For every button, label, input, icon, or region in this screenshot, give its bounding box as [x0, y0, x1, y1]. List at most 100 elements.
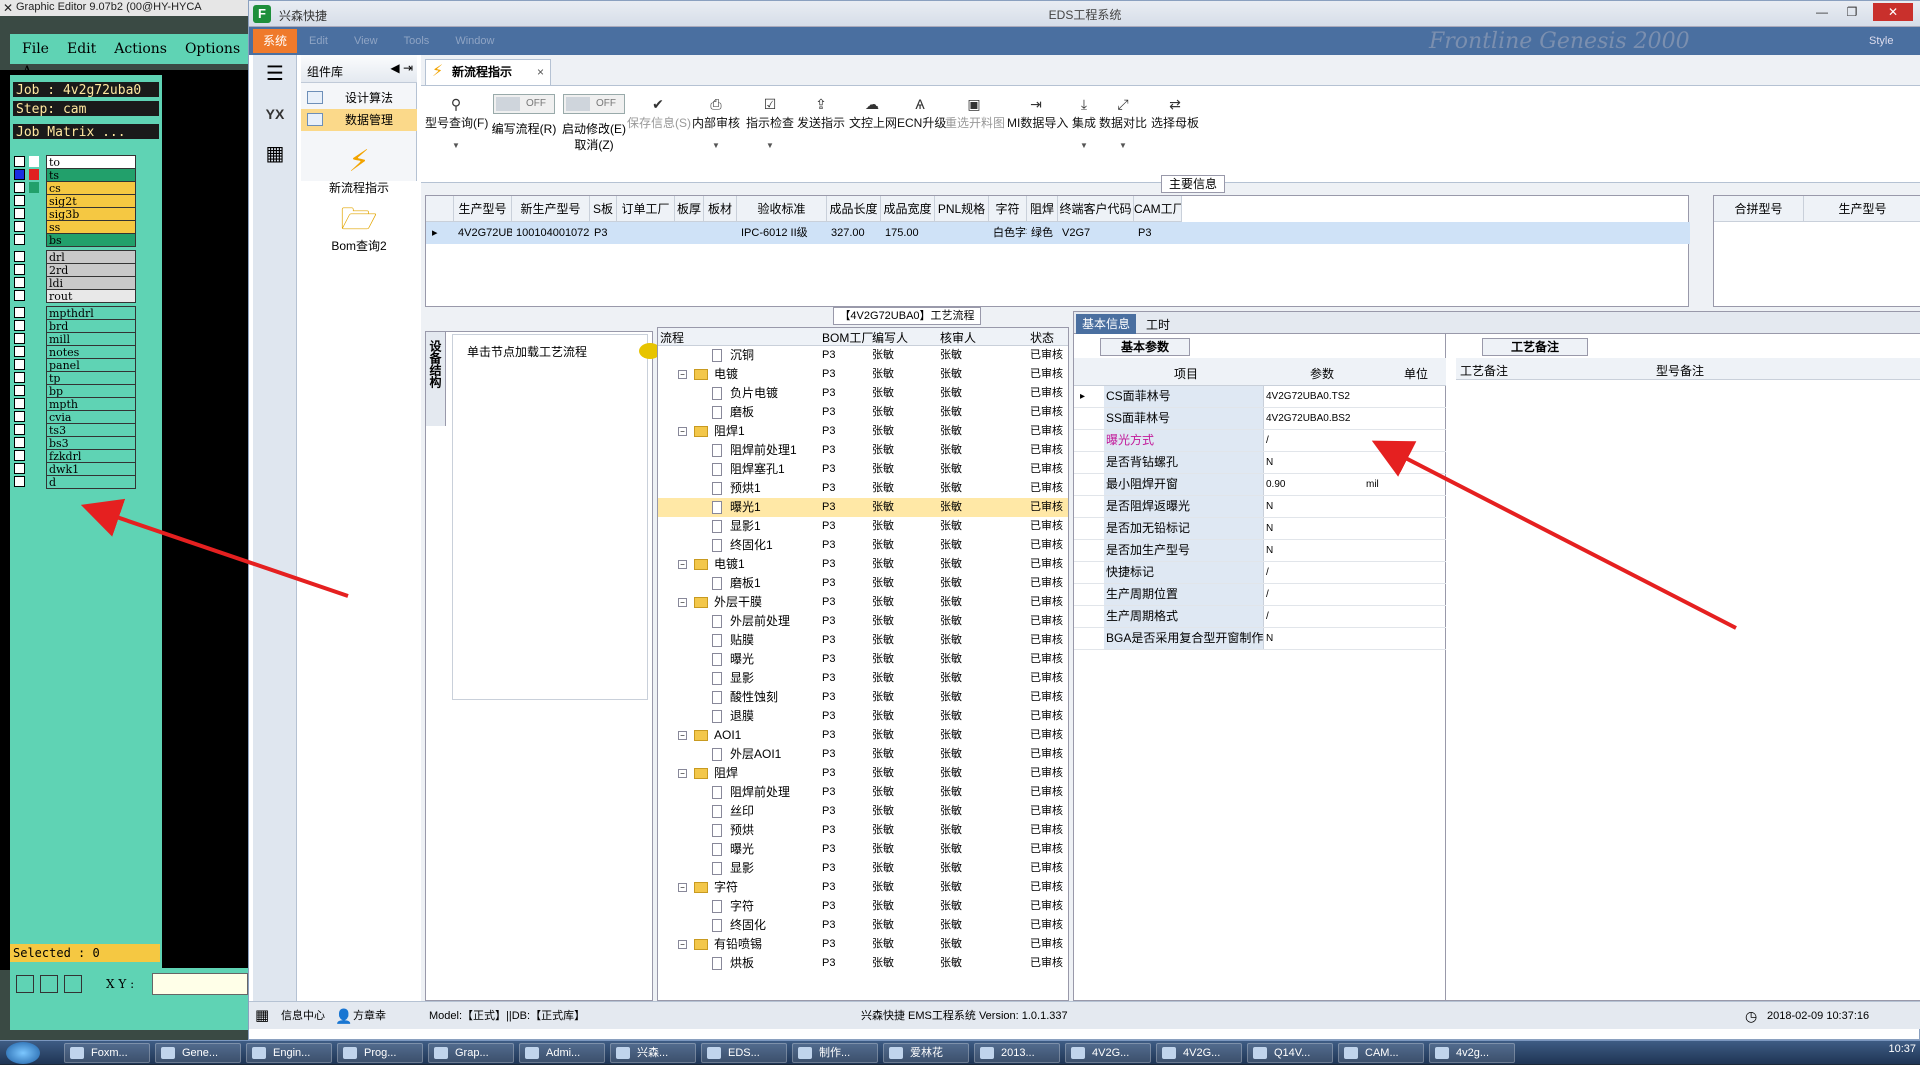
toolbar-button[interactable]: ⇪ 发送指示 — [795, 86, 847, 184]
layer-checkbox[interactable] — [14, 307, 25, 318]
table-cell[interactable] — [935, 222, 989, 244]
layer-row[interactable]: d — [14, 475, 138, 489]
zoom-tool-icon[interactable] — [16, 975, 34, 993]
layer-checkbox[interactable] — [14, 290, 25, 301]
table-cell[interactable]: IPC-6012 II级 — [737, 222, 827, 244]
tree-row[interactable]: 贴膜 P3 张敏 张敏 已审核 — [658, 631, 1068, 650]
param-row[interactable]: 最小阻焊开窗 0.90 mil — [1074, 474, 1446, 496]
layer-row[interactable]: 2rd — [14, 263, 138, 277]
tab-work-hours[interactable]: 工时 — [1146, 316, 1170, 333]
column-header[interactable]: 生产型号 — [1804, 196, 1920, 222]
maximize-icon[interactable]: ❐ — [1839, 3, 1865, 21]
tree-row[interactable]: 沉铜 P3 张敏 张敏 已审核 — [658, 346, 1068, 365]
step-field[interactable]: Step: cam — [12, 100, 160, 117]
layer-row[interactable]: sig2t — [14, 194, 138, 208]
tree-row[interactable]: 字符 P3 张敏 张敏 已审核 — [658, 897, 1068, 916]
param-value[interactable]: 4V2G72UBA0.BS2 — [1266, 408, 1351, 429]
menu-options[interactable]: Options — [185, 41, 240, 57]
layer-checkbox[interactable] — [14, 156, 25, 167]
column-header[interactable]: 状态 — [1030, 329, 1054, 346]
taskbar-item[interactable]: 2013... — [974, 1043, 1060, 1063]
column-header[interactable]: 板厚 — [675, 196, 704, 222]
tree-row[interactable]: 阻焊前处理 P3 张敏 张敏 已审核 — [658, 783, 1068, 802]
taskbar-item[interactable]: 4V2G... — [1156, 1043, 1242, 1063]
layer-checkbox[interactable] — [14, 385, 25, 396]
layer-row[interactable]: bp — [14, 384, 138, 398]
menu-icon[interactable]: ☰ — [259, 59, 291, 89]
param-row[interactable]: 曝光方式 / — [1074, 430, 1446, 452]
layer-row[interactable]: bs — [14, 233, 138, 247]
param-value[interactable]: 4V2G72UBA0.TS2 — [1266, 386, 1350, 407]
taskbar-item[interactable]: EDS... — [701, 1043, 787, 1063]
layer-row[interactable]: sig3b — [14, 207, 138, 221]
layer-checkbox[interactable] — [14, 251, 25, 262]
tree-row[interactable]: 预烘1 P3 张敏 张敏 已审核 — [658, 479, 1068, 498]
tree-row[interactable]: − AOI1 P3 张敏 张敏 已审核 — [658, 726, 1068, 745]
taskbar-item[interactable]: Gene... — [155, 1043, 241, 1063]
tree-row[interactable]: 阻焊塞孔1 P3 张敏 张敏 已审核 — [658, 460, 1068, 479]
layer-row[interactable]: to — [14, 155, 138, 169]
column-header[interactable]: 合拼型号 — [1714, 196, 1804, 222]
layer-row[interactable]: ss — [14, 220, 138, 234]
taskbar-item[interactable]: Admi... — [519, 1043, 605, 1063]
tree-row[interactable]: 曝光 P3 张敏 张敏 已审核 — [658, 650, 1068, 669]
layer-checkbox[interactable] — [14, 208, 25, 219]
layer-checkbox[interactable] — [14, 437, 25, 448]
collapse-icon[interactable]: − — [678, 598, 687, 607]
taskbar-item[interactable]: CAM... — [1338, 1043, 1424, 1063]
toolbar-button[interactable]: ⤓ 集成 ▼ — [1069, 86, 1099, 184]
layer-row[interactable]: ts — [14, 168, 138, 182]
style-menu[interactable]: Style — [1869, 35, 1893, 47]
taskbar-item[interactable]: 制作... — [792, 1043, 878, 1063]
table-cell[interactable]: V2G7 — [1058, 222, 1134, 244]
layer-checkbox[interactable] — [14, 221, 25, 232]
tree-row[interactable]: − 字符 P3 张敏 张敏 已审核 — [658, 878, 1068, 897]
taskbar-item[interactable]: 4V2G... — [1065, 1043, 1151, 1063]
param-value[interactable]: N — [1266, 496, 1273, 517]
param-row[interactable]: ▸ CS面菲林号 4V2G72UBA0.TS2 — [1074, 386, 1446, 408]
layer-checkbox[interactable] — [14, 346, 25, 357]
param-value[interactable]: N — [1266, 628, 1273, 649]
param-value[interactable]: / — [1266, 584, 1269, 605]
tree-row[interactable]: 酸性蚀刻 P3 张敏 张敏 已审核 — [658, 688, 1068, 707]
layer-row[interactable]: drl — [14, 250, 138, 264]
layer-checkbox[interactable] — [14, 476, 25, 487]
param-value[interactable]: / — [1266, 562, 1269, 583]
menu-actions[interactable]: Actions — [114, 41, 167, 57]
param-row[interactable]: 是否阻焊返曝光 N — [1074, 496, 1446, 518]
layer-row[interactable]: tp — [14, 371, 138, 385]
collapse-icon[interactable]: − — [678, 731, 687, 740]
column-header[interactable]: PNL规格 — [935, 196, 989, 222]
tree-row[interactable]: 烘板 P3 张敏 张敏 已审核 — [658, 954, 1068, 973]
tree-row[interactable]: 终固化1 P3 张敏 张敏 已审核 — [658, 536, 1068, 555]
taskbar-item[interactable]: 兴森... — [610, 1043, 696, 1063]
tree-row[interactable]: 曝光 P3 张敏 张敏 已审核 — [658, 840, 1068, 859]
toolbar-button[interactable]: ☑ 指示检查 ▼ — [745, 86, 795, 184]
param-row[interactable]: 是否加生产型号 N — [1074, 540, 1446, 562]
windows-grid-icon[interactable]: ▦ — [255, 1002, 269, 1030]
tree-row[interactable]: 终固化 P3 张敏 张敏 已审核 — [658, 916, 1068, 935]
layer-checkbox[interactable] — [14, 398, 25, 409]
param-row[interactable]: 快捷标记 / — [1074, 562, 1446, 584]
param-value[interactable]: 0.90 — [1266, 474, 1285, 495]
param-value[interactable]: / — [1266, 606, 1269, 627]
column-header[interactable]: 编写人 — [872, 329, 908, 346]
layer-checkbox[interactable] — [14, 411, 25, 422]
component-item[interactable]: 数据管理 — [301, 109, 417, 131]
bom-query-button[interactable]: 🗁 Bom查询2 — [301, 203, 417, 254]
column-header[interactable]: 型号备注 — [1656, 362, 1704, 379]
collapse-icon[interactable]: − — [678, 427, 687, 436]
tree-row[interactable]: 磨板1 P3 张敏 张敏 已审核 — [658, 574, 1068, 593]
layer-row[interactable]: panel — [14, 358, 138, 372]
column-header[interactable]: 成品长度 — [827, 196, 881, 222]
layer-row[interactable]: notes — [14, 345, 138, 359]
chevron-down-icon[interactable]: ▼ — [1069, 141, 1099, 150]
param-row[interactable]: 是否加无铅标记 N — [1074, 518, 1446, 540]
column-header[interactable]: 新生产型号 — [512, 196, 590, 222]
layer-row[interactable]: brd — [14, 319, 138, 333]
chevron-down-icon[interactable]: ▼ — [691, 141, 741, 150]
column-header[interactable]: 生产型号 — [454, 196, 512, 222]
tab-basic-info[interactable]: 基本信息 — [1076, 314, 1136, 334]
toolbar-button[interactable]: ⤢ 数据对比 ▼ — [1099, 86, 1147, 184]
taskbar-item[interactable]: 4v2g... — [1429, 1043, 1515, 1063]
